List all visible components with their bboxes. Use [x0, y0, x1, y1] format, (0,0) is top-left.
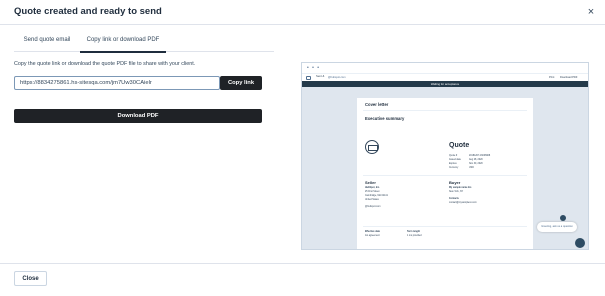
window-dots-icon: • • • — [307, 65, 321, 71]
divider — [363, 226, 527, 227]
term-length-value: 1 mo provided — [407, 235, 422, 237]
quote-detail-row: Issued date Aug 28, 2020 — [449, 159, 483, 161]
seller-email: @hubspot.com — [365, 206, 381, 208]
seller-line: United States — [365, 199, 379, 201]
buyer-heading: Buyer — [449, 180, 461, 185]
preview-window-chrome: • • • — [302, 63, 588, 73]
effective-date-value: 1st agreement — [365, 235, 380, 237]
divider — [363, 110, 527, 111]
download-pdf-button[interactable]: Download PDF — [14, 109, 262, 123]
preview-print-link: Print — [549, 76, 555, 79]
chat-greeting-bubble: Greeting, ask us a question — [537, 222, 577, 232]
preview-status-banner: Waiting for acceptance — [302, 81, 588, 87]
executive-summary-heading: Executive summary — [365, 116, 405, 121]
tab-copy-link-or-download-pdf[interactable]: Copy link or download PDF — [80, 36, 166, 53]
tab-send-quote-email[interactable]: Send quote email — [14, 36, 80, 52]
quote-detail-row: Expires Nov 30, 2020 — [449, 163, 483, 165]
contact-label: Contacts — [449, 198, 459, 200]
chat-avatar-icon — [560, 215, 566, 221]
term-length-label: Term length — [407, 231, 420, 233]
seller-line: HubSpot, Inc. — [365, 187, 380, 189]
close-icon[interactable]: × — [584, 5, 598, 19]
close-button[interactable]: Close — [14, 271, 47, 286]
tab-bar: Send quote email Copy link or download P… — [14, 36, 274, 53]
quote-detail-row: Currency USD — [449, 167, 474, 169]
seller-line: Cambridge, MA 02141 — [365, 195, 388, 197]
buyer-line: New York, NY — [449, 191, 464, 193]
quote-detail-row: Quote #20181207-16006908 — [449, 155, 491, 157]
preview-logo-icon — [306, 76, 311, 80]
quote-link-input[interactable] — [14, 76, 220, 90]
modal-footer — [0, 263, 605, 296]
preview-sender-email: @hubspot.com — [328, 76, 346, 79]
copy-link-button[interactable]: Copy link — [220, 76, 262, 90]
preview-quote-page: Cover letter Executive summary Quote Quo… — [357, 98, 533, 249]
preview-download-link: Download PDF — [560, 76, 578, 79]
divider — [363, 175, 527, 176]
quote-heading: Quote — [449, 142, 470, 149]
modal-title: Quote created and ready to send — [14, 6, 162, 17]
effective-date-label: Effective date — [365, 231, 380, 233]
cover-letter-heading: Cover letter — [365, 102, 389, 107]
company-logo-icon — [365, 140, 379, 154]
modal-header: Quote created and ready to send × — [0, 0, 605, 25]
preview-sender: Sent & — [316, 74, 325, 78]
contact-email: contact@mysampleco.com — [449, 202, 477, 204]
seller-line: 25 First Street — [365, 191, 380, 193]
preview-topbar: Sent & @hubspot.com Print Download PDF — [302, 73, 588, 81]
instruction-text: Copy the quote link or download the quot… — [14, 61, 196, 67]
quote-preview: • • • Sent & @hubspot.com Print Download… — [301, 62, 589, 250]
buyer-line: My sample name Inc. — [449, 187, 472, 189]
seller-heading: Seller — [365, 180, 376, 185]
chat-launcher-icon — [575, 238, 585, 248]
